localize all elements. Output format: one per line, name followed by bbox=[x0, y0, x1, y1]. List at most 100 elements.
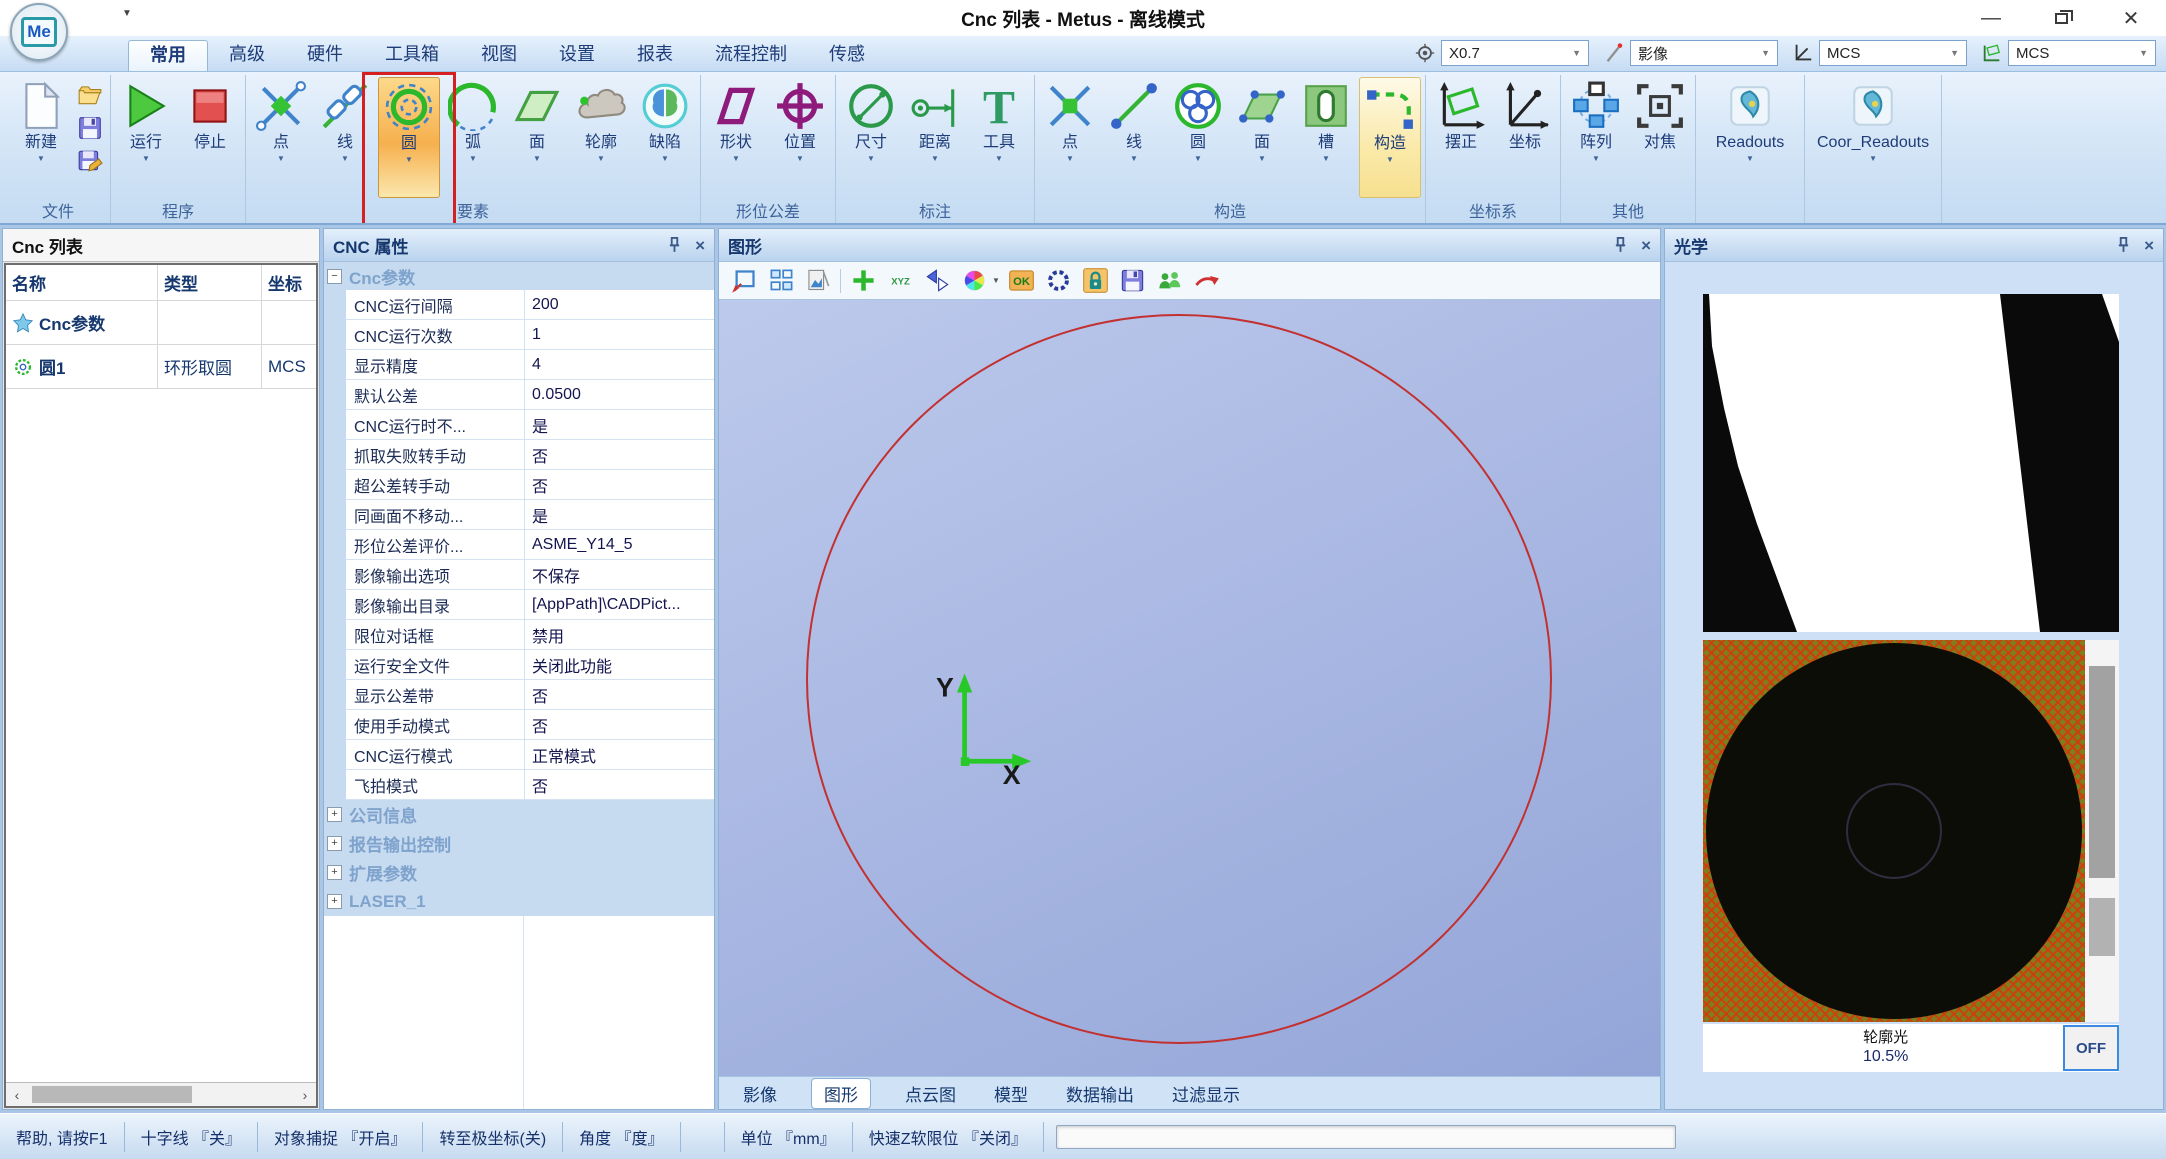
property-value[interactable]: 否 bbox=[524, 710, 714, 740]
ribbon-button-坐标[interactable]: 坐标 bbox=[1494, 77, 1556, 198]
vertical-scrollbar[interactable] bbox=[2085, 640, 2119, 1022]
close-button[interactable]: ✕ bbox=[2118, 8, 2144, 28]
property-value[interactable]: 否 bbox=[524, 680, 714, 710]
column-header-1[interactable]: 类型 bbox=[158, 265, 262, 300]
ribbon-tab-3[interactable]: 工具箱 bbox=[364, 40, 460, 71]
property-value[interactable]: 关闭此功能 bbox=[524, 650, 714, 680]
app-logo[interactable]: Me bbox=[10, 3, 68, 61]
ribbon-tab-8[interactable]: 传感 bbox=[808, 40, 886, 71]
property-value[interactable]: 200 bbox=[524, 290, 714, 320]
table-row[interactable]: Cnc参数 bbox=[6, 301, 316, 345]
ribbon-button-缺陷[interactable]: 缺陷▼ bbox=[634, 77, 696, 198]
scroll-left-icon[interactable]: ‹ bbox=[6, 1087, 28, 1103]
status-segment-5[interactable]: 单位 『mm』 bbox=[725, 1122, 853, 1152]
ribbon-button-尺寸[interactable]: 尺寸▼ bbox=[840, 77, 902, 198]
chevron-down-icon[interactable]: ▼ bbox=[1572, 48, 1581, 58]
expand-icon[interactable]: + bbox=[327, 865, 342, 880]
property-value[interactable]: 否 bbox=[524, 770, 714, 800]
ribbon-button-形状[interactable]: 形状▼ bbox=[705, 77, 767, 198]
gfx-toolbar-users-icon[interactable] bbox=[1155, 266, 1185, 296]
property-value[interactable]: 正常模式 bbox=[524, 740, 714, 770]
minimize-button[interactable]: — bbox=[1978, 8, 2004, 28]
property-value[interactable]: 是 bbox=[524, 500, 714, 530]
ribbon-button-槽[interactable]: 槽▼ bbox=[1295, 77, 1357, 198]
collapse-icon[interactable]: − bbox=[327, 269, 342, 284]
property-value[interactable]: ASME_Y14_5 bbox=[524, 530, 714, 560]
ribbon-button-摆正[interactable]: 摆正 bbox=[1430, 77, 1492, 198]
expand-icon[interactable]: + bbox=[327, 836, 342, 851]
gfx-toolbar-ok-badge-icon[interactable]: OK bbox=[1007, 266, 1037, 296]
ribbon-button-工具[interactable]: T工具▼ bbox=[968, 77, 1030, 198]
view-tab-3[interactable]: 模型 bbox=[990, 1079, 1032, 1108]
chevron-down-icon[interactable]: ▼ bbox=[1761, 48, 1770, 58]
combo-field-3[interactable]: MCS▼ bbox=[2008, 40, 2156, 66]
property-value[interactable]: 是 bbox=[524, 410, 714, 440]
ribbon-button-圆[interactable]: 圆▼ bbox=[1167, 77, 1229, 198]
view-tab-1[interactable]: 图形 bbox=[811, 1078, 871, 1109]
chevron-down-icon[interactable]: ▼ bbox=[1950, 48, 1959, 58]
view-tab-4[interactable]: 数据输出 bbox=[1062, 1079, 1138, 1108]
gfx-toolbar-color-wheel-icon[interactable] bbox=[959, 266, 989, 296]
close-panel-icon[interactable]: × bbox=[695, 237, 705, 254]
status-segment-2[interactable]: 对象捕捉 『开启』 bbox=[258, 1122, 423, 1152]
edge-detection-image[interactable] bbox=[1703, 294, 2119, 632]
props-section-header[interactable]: −Cnc参数 bbox=[324, 262, 714, 290]
gfx-toolbar-gear-ring-icon[interactable] bbox=[1044, 266, 1074, 296]
ribbon-tab-2[interactable]: 硬件 bbox=[286, 40, 364, 71]
ribbon-button-点[interactable]: 点▼ bbox=[250, 77, 312, 198]
restore-button[interactable] bbox=[2048, 8, 2074, 28]
scrollbar-thumb[interactable] bbox=[2089, 898, 2115, 956]
props-collapsed-section-2[interactable]: +扩展参数 bbox=[324, 858, 714, 887]
props-collapsed-section-3[interactable]: +LASER_1 bbox=[324, 887, 714, 916]
status-segment-6[interactable]: 快速Z软限位 『关闭』 bbox=[853, 1122, 1044, 1152]
gfx-toolbar-snapshot-chart-icon[interactable] bbox=[803, 266, 833, 296]
column-header-0[interactable]: 名称 bbox=[6, 265, 158, 300]
ribbon-small-button-open-folder-icon[interactable] bbox=[74, 80, 106, 110]
property-value[interactable]: 不保存 bbox=[524, 560, 714, 590]
ribbon-small-button-save-as-icon[interactable] bbox=[74, 146, 106, 176]
light-off-button[interactable]: OFF bbox=[2063, 1025, 2119, 1071]
ribbon-button-对焦[interactable]: 对焦 bbox=[1629, 77, 1691, 198]
expand-icon[interactable]: + bbox=[327, 807, 342, 822]
gfx-toolbar-zoom-window-icon[interactable] bbox=[729, 266, 759, 296]
property-value[interactable]: 禁用 bbox=[524, 620, 714, 650]
chevron-down-icon[interactable]: ▼ bbox=[992, 276, 1000, 285]
scrollbar-thumb[interactable] bbox=[2089, 666, 2115, 878]
ribbon-button-Readouts[interactable]: Readouts▼ bbox=[1700, 77, 1800, 198]
ribbon-tab-5[interactable]: 设置 bbox=[538, 40, 616, 71]
pin-icon[interactable] bbox=[2117, 237, 2130, 253]
ribbon-button-圆[interactable]: 圆▼ bbox=[378, 77, 440, 198]
props-collapsed-section-1[interactable]: +报告输出控制 bbox=[324, 829, 714, 858]
expand-icon[interactable]: + bbox=[327, 894, 342, 909]
ribbon-button-点[interactable]: 点▼ bbox=[1039, 77, 1101, 198]
status-segment-3[interactable]: 转至极坐标(关) bbox=[423, 1122, 563, 1152]
property-value[interactable]: 1 bbox=[524, 320, 714, 350]
camera-image[interactable] bbox=[1703, 640, 2085, 1022]
ribbon-tab-0[interactable]: 常用 bbox=[128, 40, 208, 71]
ribbon-tab-6[interactable]: 报表 bbox=[616, 40, 694, 71]
gfx-toolbar-lock-icon[interactable] bbox=[1081, 266, 1111, 296]
ribbon-tab-7[interactable]: 流程控制 bbox=[694, 40, 808, 71]
property-value[interactable]: 4 bbox=[524, 350, 714, 380]
ribbon-button-轮廓[interactable]: 轮廓▼ bbox=[570, 77, 632, 198]
status-segment-1[interactable]: 十字线 『关』 bbox=[125, 1122, 258, 1152]
gfx-toolbar-redo-icon[interactable] bbox=[1192, 266, 1222, 296]
property-value[interactable]: 否 bbox=[524, 470, 714, 500]
gfx-toolbar-flip-arrows-icon[interactable] bbox=[922, 266, 952, 296]
view-tab-2[interactable]: 点云图 bbox=[901, 1079, 960, 1108]
view-tab-0[interactable]: 影像 bbox=[739, 1079, 781, 1108]
pin-icon[interactable] bbox=[1614, 237, 1627, 253]
ribbon-button-新建[interactable]: 新建▼ bbox=[10, 77, 72, 198]
column-header-2[interactable]: 坐标 bbox=[262, 265, 316, 300]
scroll-right-icon[interactable]: › bbox=[294, 1087, 316, 1103]
table-row[interactable]: 圆1环形取圆MCS bbox=[6, 345, 316, 389]
ribbon-tab-4[interactable]: 视图 bbox=[460, 40, 538, 71]
props-collapsed-section-0[interactable]: +公司信息 bbox=[324, 800, 714, 829]
horizontal-scrollbar[interactable]: ‹ › bbox=[6, 1082, 316, 1106]
status-segment-4[interactable]: 角度 『度』 bbox=[563, 1122, 680, 1152]
ribbon-button-面[interactable]: 面▼ bbox=[1231, 77, 1293, 198]
ribbon-button-停止[interactable]: 停止 bbox=[179, 77, 241, 198]
ribbon-small-button-save-icon[interactable] bbox=[74, 113, 106, 143]
close-panel-icon[interactable]: × bbox=[2144, 237, 2154, 254]
ribbon-button-构造[interactable]: 构造▼ bbox=[1359, 77, 1421, 198]
